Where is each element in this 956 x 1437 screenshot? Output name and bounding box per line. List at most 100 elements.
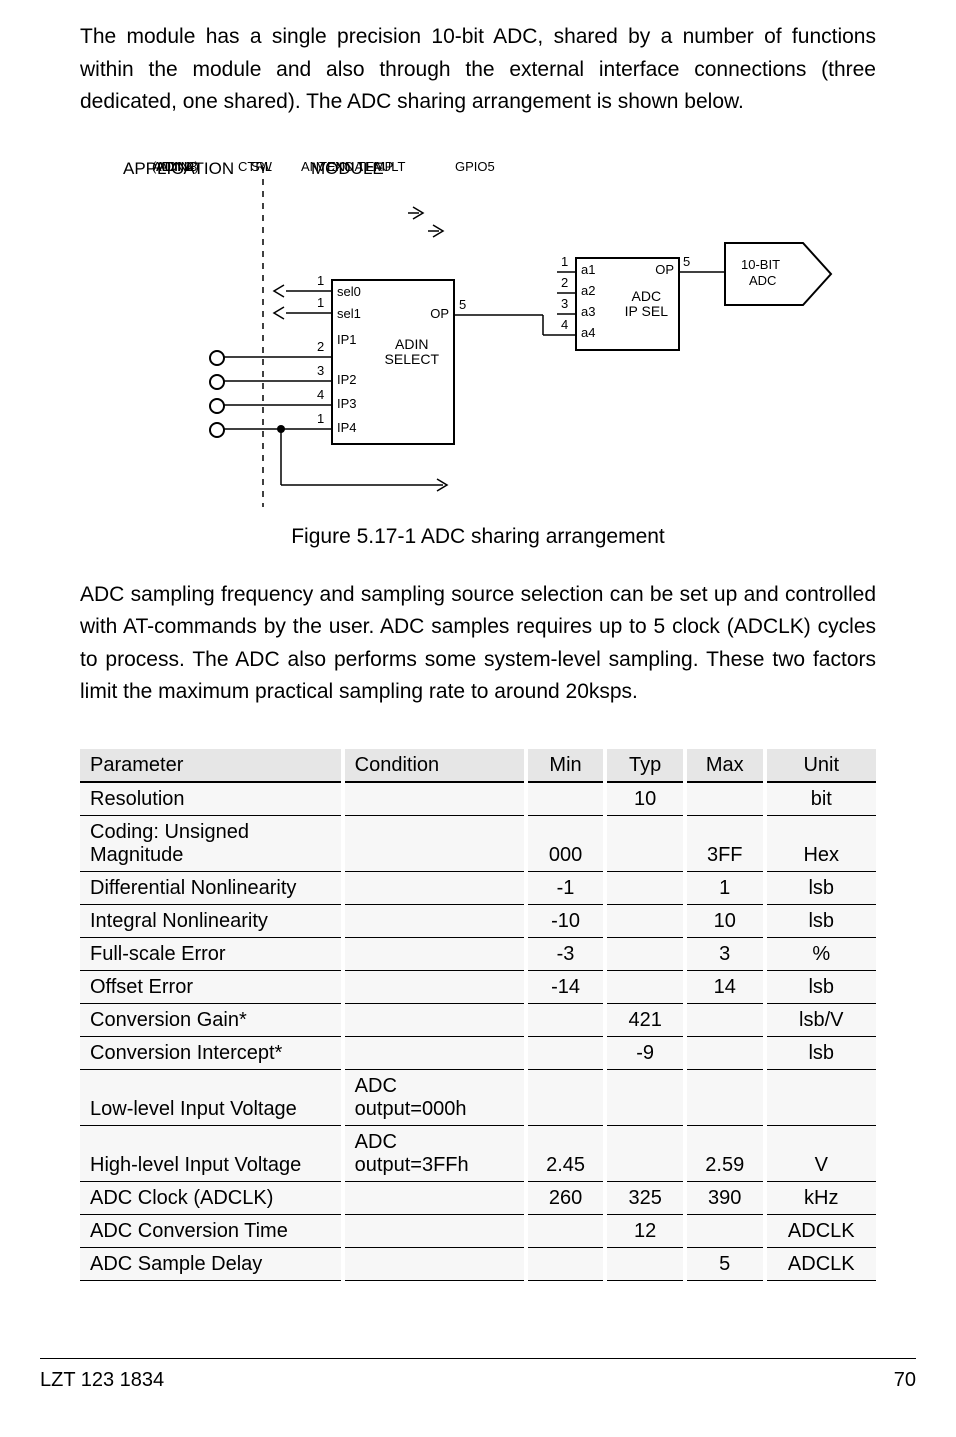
cell-parameter: Low-level Input Voltage bbox=[80, 1069, 343, 1125]
cell-unit: kHz bbox=[765, 1181, 876, 1214]
table-row: Low-level Input VoltageADC output=000h bbox=[80, 1069, 876, 1125]
adin-select-name1: ADIN bbox=[395, 336, 428, 352]
block-adin-select: ADIN SELECT sel0 sel1 IP1 IP2 IP3 IP4 OP bbox=[331, 279, 455, 445]
figure-caption: Figure 5.17-1 ADC sharing arrangement bbox=[80, 525, 876, 549]
table-row: ADC Conversion Time12ADCLK bbox=[80, 1214, 876, 1247]
table-row: ADC Clock (ADCLK)260325390kHz bbox=[80, 1181, 876, 1214]
table-row: High-level Input VoltageADC output=3FFh2… bbox=[80, 1125, 876, 1181]
cell-min: 2.45 bbox=[526, 1125, 606, 1181]
num-adin2: 3 bbox=[317, 363, 324, 378]
pin-ip4: IP4 bbox=[337, 421, 357, 435]
col-parameter: Parameter bbox=[80, 749, 343, 782]
num-a3: 3 bbox=[561, 296, 568, 311]
cell-max: 3 bbox=[685, 937, 765, 970]
cell-parameter: Differential Nonlinearity bbox=[80, 871, 343, 904]
num-sw2: 1 bbox=[317, 295, 324, 310]
adc-name2: ADC bbox=[749, 273, 776, 288]
cell-min bbox=[526, 1003, 606, 1036]
cell-unit: ADCLK bbox=[765, 1247, 876, 1280]
cell-parameter: ADC Sample Delay bbox=[80, 1247, 343, 1280]
cell-condition bbox=[343, 1181, 526, 1214]
table-row: Full-scale Error-33% bbox=[80, 937, 876, 970]
cell-unit: lsb bbox=[765, 970, 876, 1003]
pin-ip3: IP3 bbox=[337, 397, 357, 411]
cell-max: 390 bbox=[685, 1181, 765, 1214]
cell-max: 3FF bbox=[685, 815, 765, 871]
cell-typ bbox=[605, 1247, 685, 1280]
cell-parameter: Integral Nonlinearity bbox=[80, 904, 343, 937]
cell-condition bbox=[343, 1036, 526, 1069]
table-row: Resolution10bit bbox=[80, 782, 876, 816]
cell-parameter: ADC Conversion Time bbox=[80, 1214, 343, 1247]
block-adc-ip-sel: ADC IP SEL a1 a2 a3 a4 OP bbox=[575, 257, 680, 351]
pin-adin3 bbox=[209, 398, 225, 414]
cell-min: -14 bbox=[526, 970, 606, 1003]
cell-min bbox=[526, 1247, 606, 1280]
page-number: 70 bbox=[894, 1369, 916, 1392]
adin-select-name2: SELECT bbox=[385, 351, 439, 367]
cell-condition bbox=[343, 782, 526, 816]
pin-a1: a1 bbox=[581, 263, 595, 277]
cell-unit: V bbox=[765, 1125, 876, 1181]
cell-condition: ADC output=000h bbox=[343, 1069, 526, 1125]
page-footer: LZT 123 1834 70 bbox=[40, 1358, 916, 1392]
cell-unit: % bbox=[765, 937, 876, 970]
cell-min bbox=[526, 1214, 606, 1247]
adcipsel-name1: ADC bbox=[632, 288, 662, 304]
pin-adinsel-op: OP bbox=[430, 307, 449, 321]
cell-min: 000 bbox=[526, 815, 606, 871]
cell-unit: Hex bbox=[765, 815, 876, 871]
label-adin4: (ADIN4) bbox=[152, 159, 199, 174]
cell-max bbox=[685, 1003, 765, 1036]
cell-max: 10 bbox=[685, 904, 765, 937]
col-max: Max bbox=[685, 749, 765, 782]
table-row: ADC Sample Delay 5ADCLK bbox=[80, 1247, 876, 1280]
cell-typ bbox=[605, 815, 685, 871]
cell-typ: 12 bbox=[605, 1214, 685, 1247]
cell-max: 2.59 bbox=[685, 1125, 765, 1181]
cell-min: -3 bbox=[526, 937, 606, 970]
cell-max bbox=[685, 1214, 765, 1247]
num-a4: 4 bbox=[561, 317, 568, 332]
cell-unit: lsb bbox=[765, 871, 876, 904]
cell-parameter: Conversion Gain* bbox=[80, 1003, 343, 1036]
cell-unit bbox=[765, 1069, 876, 1125]
cell-min: -10 bbox=[526, 904, 606, 937]
cell-typ bbox=[605, 1125, 685, 1181]
cell-max: 5 bbox=[685, 1247, 765, 1280]
table-row: Conversion Intercept*-9lsb bbox=[80, 1036, 876, 1069]
pin-adin4 bbox=[209, 422, 225, 438]
num-a1: 1 bbox=[561, 254, 568, 269]
cell-condition bbox=[343, 1247, 526, 1280]
cell-parameter: ADC Clock (ADCLK) bbox=[80, 1181, 343, 1214]
adc-diagram: APPLICATION MODULE VCXO TEMP ANTENNA FAU… bbox=[113, 159, 843, 507]
adc-paragraph: ADC sampling frequency and sampling sour… bbox=[80, 579, 876, 709]
cell-parameter: Coding: Unsigned Magnitude bbox=[80, 815, 343, 871]
cell-condition bbox=[343, 970, 526, 1003]
cell-typ bbox=[605, 904, 685, 937]
label-gpio5: GPIO5 bbox=[455, 159, 495, 174]
cell-typ: 421 bbox=[605, 1003, 685, 1036]
cell-parameter: Conversion Intercept* bbox=[80, 1036, 343, 1069]
pin-a2: a2 bbox=[581, 284, 595, 298]
specs-table: Parameter Condition Min Typ Max Unit Res… bbox=[80, 749, 876, 1281]
intro-paragraph: The module has a single precision 10-bit… bbox=[80, 21, 876, 119]
cell-max: 14 bbox=[685, 970, 765, 1003]
cell-typ: 325 bbox=[605, 1181, 685, 1214]
pin-a3: a3 bbox=[581, 305, 595, 319]
cell-condition bbox=[343, 1214, 526, 1247]
adc-name1: 10-BIT bbox=[741, 257, 780, 272]
pin-sel1: sel1 bbox=[337, 307, 361, 321]
pin-ip2: IP2 bbox=[337, 373, 357, 387]
cell-max bbox=[685, 1069, 765, 1125]
adcipsel-name2: IP SEL bbox=[625, 303, 668, 319]
table-row: Differential Nonlinearity-11lsb bbox=[80, 871, 876, 904]
cell-condition bbox=[343, 815, 526, 871]
cell-typ bbox=[605, 970, 685, 1003]
table-row: Coding: Unsigned Magnitude 000 3FFHex bbox=[80, 815, 876, 871]
pin-a4: a4 bbox=[581, 326, 595, 340]
num-a2: 2 bbox=[561, 275, 568, 290]
pin-adcipsel-op: OP bbox=[655, 263, 674, 277]
pin-adin2 bbox=[209, 374, 225, 390]
cell-min bbox=[526, 782, 606, 816]
